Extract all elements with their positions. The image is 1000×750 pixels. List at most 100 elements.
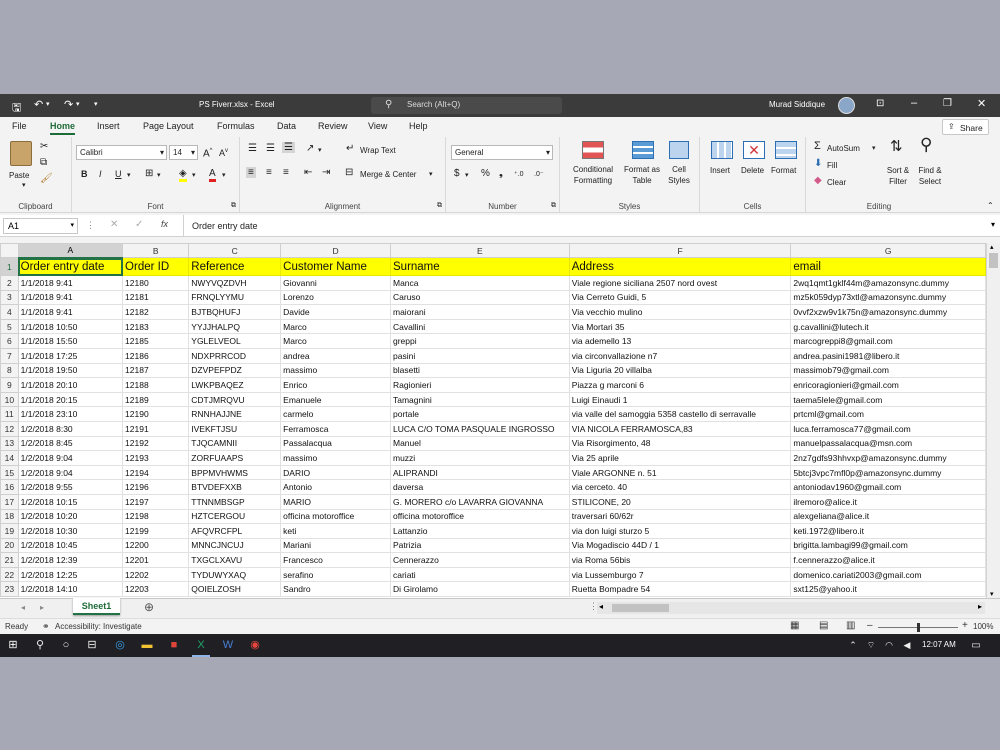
clear-button[interactable]: Clear — [827, 177, 846, 188]
align-center-icon[interactable]: ≡ — [266, 167, 272, 178]
find-icon[interactable]: ⚲ — [920, 136, 932, 153]
row-header[interactable]: 18 — [0, 508, 19, 525]
row-header[interactable]: 1 — [0, 257, 19, 276]
search-box[interactable]: ⚲ Search (Alt+Q) — [371, 97, 562, 114]
cell[interactable]: 1/1/2018 9:41 — [17, 275, 124, 291]
cell[interactable]: NDXPRRCOD — [188, 347, 282, 364]
show-hidden-icons-icon[interactable]: ⌃ — [846, 634, 860, 657]
wrap-text-button[interactable]: Wrap Text — [360, 145, 396, 156]
cell[interactable]: ALIPRANDI — [390, 464, 570, 481]
save-icon[interactable]: 🖫 — [12, 99, 21, 118]
row-header[interactable]: 13 — [0, 435, 19, 452]
insert-cells-button[interactable]: Insert — [710, 165, 730, 176]
cell[interactable]: g.cavallini@lutech.it — [790, 318, 986, 335]
cell[interactable]: QOIELZOSH — [188, 581, 282, 598]
cell[interactable]: 12187 — [122, 362, 190, 379]
cell[interactable]: officina motoroffice — [280, 508, 391, 525]
cell[interactable]: 1/2/2018 12:39 — [17, 552, 124, 568]
cell[interactable]: via Lussemburgo 7 — [568, 566, 792, 583]
align-middle-icon[interactable]: ☰ — [266, 143, 275, 154]
cell[interactable]: massimo — [280, 450, 391, 466]
column-header[interactable]: B — [122, 243, 190, 258]
cell[interactable]: 1/2/2018 12:25 — [17, 566, 124, 583]
cell[interactable]: LUCA C/O TOMA PASQUALE INGROSSO — [390, 420, 570, 437]
increase-decimal-icon[interactable]: ⁺.0 — [514, 169, 524, 180]
cell[interactable]: Enrico — [280, 377, 391, 393]
horizontal-scroll-thumb[interactable] — [612, 604, 669, 612]
insert-function-icon[interactable]: fx — [161, 219, 168, 229]
cell[interactable]: MARIO — [280, 493, 391, 510]
cell[interactable]: Manca — [390, 275, 570, 291]
column-header[interactable]: D — [280, 243, 391, 258]
cell[interactable]: Lorenzo — [280, 289, 391, 306]
cell[interactable]: LWKPBAQEZ — [188, 377, 282, 393]
widgets-icon[interactable]: ⊟ — [83, 634, 101, 657]
cell[interactable]: massimob79@gmail.com — [790, 362, 986, 379]
cell[interactable]: 1/1/2018 20:10 — [17, 377, 124, 393]
row-header[interactable]: 22 — [0, 566, 19, 583]
delete-cells-button[interactable]: Delete — [741, 165, 764, 176]
page-break-view-icon[interactable]: ▥ — [846, 620, 855, 631]
cell[interactable]: 12200 — [122, 537, 190, 554]
cell[interactable]: Via Cerreto Guidi, 5 — [568, 289, 792, 306]
cell[interactable]: via circonvallazione n7 — [568, 347, 792, 364]
tab-file[interactable]: File — [12, 121, 27, 131]
normal-view-icon[interactable]: ▦ — [790, 620, 799, 631]
horizontal-scrollbar[interactable]: ◂ ▸ — [597, 602, 985, 614]
cell[interactable]: 12191 — [122, 420, 190, 437]
number-dialog-launcher-icon[interactable]: ⧉ — [551, 202, 556, 210]
expand-formula-icon[interactable]: ▾ — [991, 220, 995, 229]
new-sheet-icon[interactable]: ⊕ — [144, 600, 154, 614]
cell[interactable]: YGLELVEOL — [188, 333, 282, 349]
scroll-up-icon[interactable]: ▴ — [990, 243, 994, 251]
cell[interactable]: 12196 — [122, 479, 190, 495]
row-header[interactable]: 20 — [0, 537, 19, 554]
cell[interactable]: 1/1/2018 23:10 — [17, 406, 124, 422]
scroll-right-icon[interactable]: ▸ — [978, 602, 982, 611]
row-header[interactable]: 21 — [0, 552, 19, 568]
cell[interactable]: Order ID — [122, 257, 190, 276]
select-all-corner[interactable] — [0, 243, 19, 258]
cell[interactable]: andrea — [280, 347, 391, 364]
tab-insert[interactable]: Insert — [97, 121, 120, 131]
cell[interactable]: Viale ARGONNE n. 51 — [568, 464, 792, 481]
cell[interactable]: 12202 — [122, 566, 190, 583]
cell[interactable]: officina motoroffice — [390, 508, 570, 525]
cell[interactable]: antoniodav1960@gmail.com — [790, 479, 986, 495]
cell[interactable]: G. MORERO c/o LAVARRA GIOVANNA — [390, 493, 570, 510]
sheet-tab-sheet1[interactable]: Sheet1 — [73, 598, 120, 615]
cell[interactable]: brigitta.lambagi99@gmail.com — [790, 537, 986, 554]
cell[interactable]: CDTJMRQVU — [188, 391, 282, 408]
cell[interactable]: massimo — [280, 362, 391, 379]
cell[interactable]: Cavallini — [390, 318, 570, 335]
format-as-table-icon[interactable] — [632, 141, 654, 159]
row-header[interactable]: 9 — [0, 377, 19, 393]
cell[interactable]: Via 25 aprile — [568, 450, 792, 466]
cell-styles-button[interactable]: Cell Styles — [662, 164, 696, 186]
cell[interactable]: 1/2/2018 10:45 — [17, 537, 124, 554]
zoom-slider-thumb[interactable] — [917, 623, 920, 632]
cell[interactable]: DARIO — [280, 464, 391, 481]
row-header[interactable]: 11 — [0, 406, 19, 422]
cell[interactable]: 12192 — [122, 435, 190, 452]
italic-icon[interactable]: I — [99, 169, 102, 180]
volume-icon[interactable]: ◀ — [900, 634, 914, 657]
cell[interactable]: via cerceto. 40 — [568, 479, 792, 495]
cell[interactable]: ZORFUAAPS — [188, 450, 282, 466]
row-header[interactable]: 4 — [0, 304, 19, 320]
redo-dropdown-icon[interactable]: ▾ — [76, 100, 80, 108]
cell[interactable]: 1/1/2018 15:50 — [17, 333, 124, 349]
cell[interactable]: Surname — [390, 257, 570, 276]
cell[interactable]: Luigi Einaudi 1 — [568, 391, 792, 408]
vertical-scrollbar[interactable]: ▴ ▾ — [986, 243, 1000, 598]
cell[interactable]: Address — [568, 257, 792, 276]
cell[interactable]: daversa — [390, 479, 570, 495]
decrease-font-icon[interactable]: Av — [219, 146, 228, 159]
fill-color-dropdown-icon[interactable]: ▾ — [192, 170, 196, 181]
column-header[interactable]: C — [188, 243, 282, 258]
cell[interactable]: carmelo — [280, 406, 391, 422]
cell[interactable]: TJQCAMNII — [188, 435, 282, 452]
avatar[interactable] — [838, 97, 855, 114]
cell[interactable]: keti.1972@libero.it — [790, 523, 986, 539]
task-view-icon[interactable]: ○ — [57, 634, 75, 657]
